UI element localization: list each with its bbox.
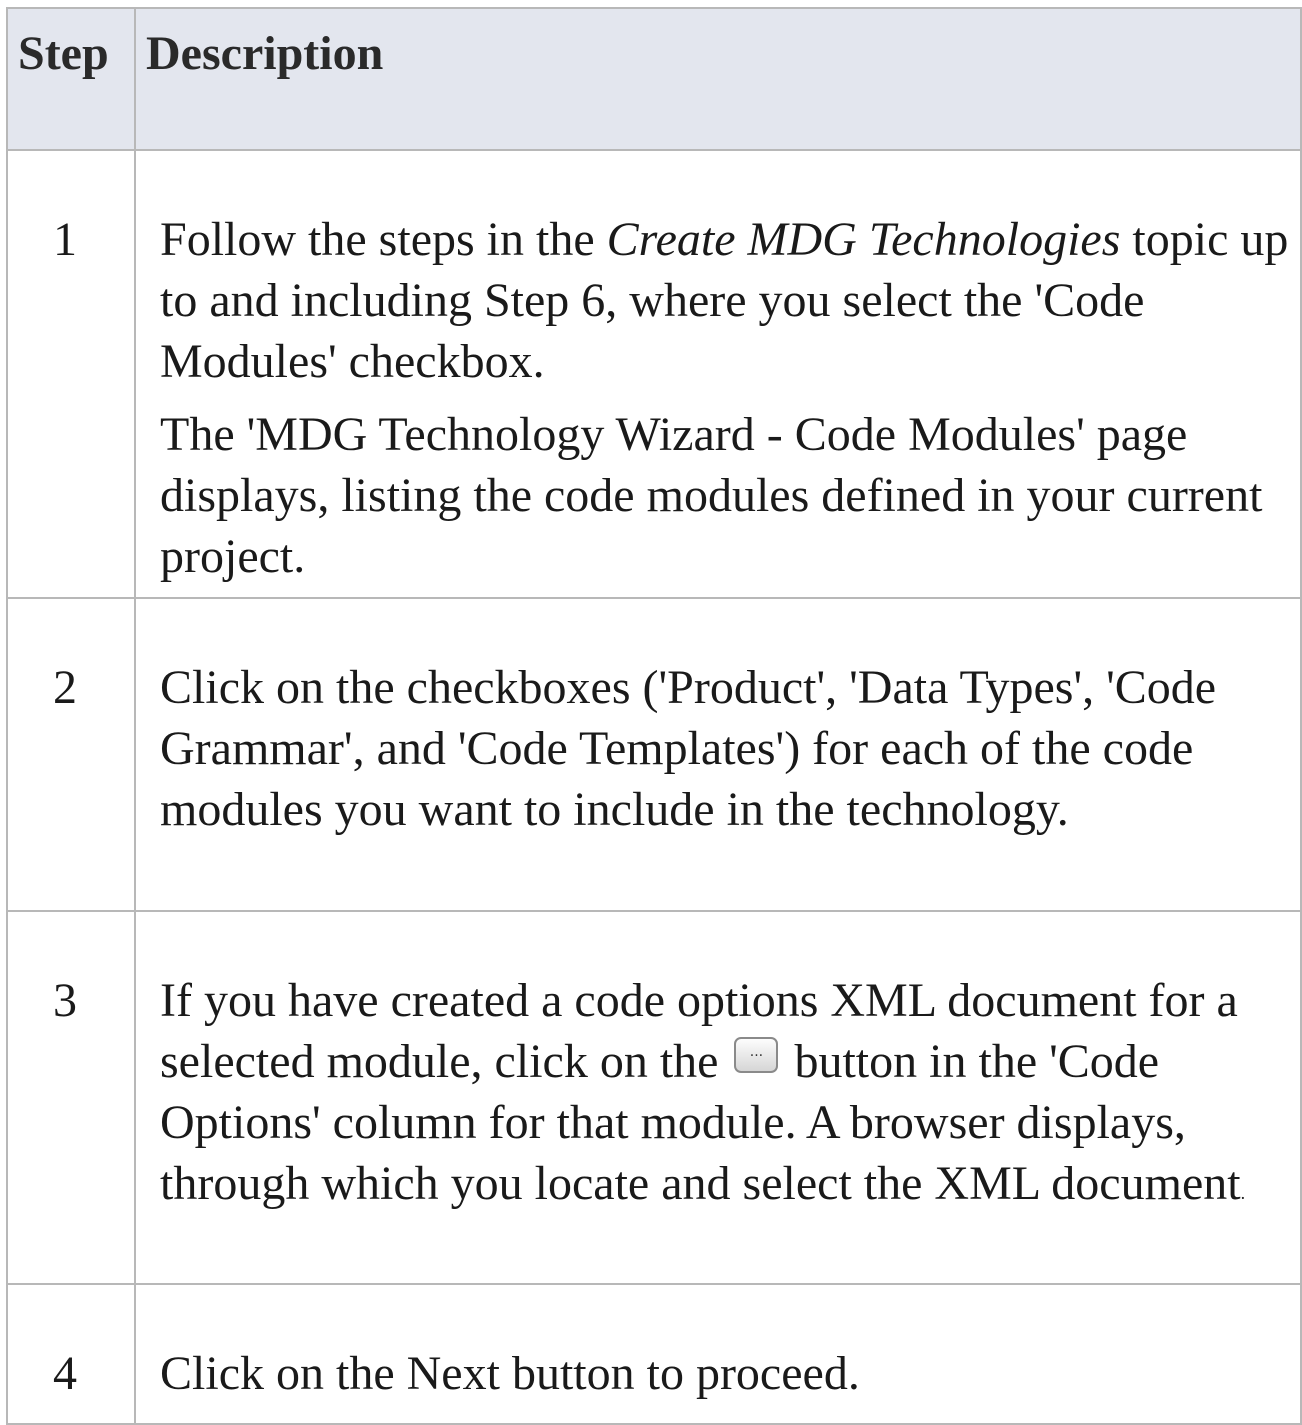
step-description: If you have created a code options XML d… [134,910,1302,1285]
step-text: Follow the steps in the [160,213,607,266]
step-description: Click on the checkboxes ('Product', 'Dat… [134,597,1302,912]
step-column-header: Step [6,7,136,151]
step-paragraph: Click on the checkboxes ('Product', 'Dat… [160,661,1217,836]
table-row: 3 If you have created a code options XML… [6,910,1302,1285]
step-description: Click on the Next button to proceed. [134,1283,1302,1425]
step-number: 2 [6,597,136,912]
step-text-period: . [1240,1183,1246,1203]
table-row: 4 Click on the Next button to proceed. [6,1283,1302,1425]
step-paragraph: The 'MDG Technology Wizard - Code Module… [160,408,1263,583]
steps-table: Step Description 1 Follow the steps in t… [6,7,1302,1425]
step-description: Follow the steps in the Create MDG Techn… [134,149,1302,599]
table-row: 1 Follow the steps in the Create MDG Tec… [6,149,1302,599]
step-number: 3 [6,910,136,1285]
step-number: 1 [6,149,136,599]
ellipsis-button-icon [734,1037,779,1073]
step-paragraph: Click on the Next button to proceed. [160,1347,860,1400]
step-paragraph: Follow the steps in the Create MDG Techn… [160,209,1290,392]
description-column-header: Description [134,7,1302,151]
step-number: 4 [6,1283,136,1425]
topic-reference: Create MDG Technologies [606,213,1121,266]
table-header-row: Step Description [6,7,1302,151]
step-paragraph: If you have created a code options XML d… [160,970,1290,1224]
table-row: 2 Click on the checkboxes ('Product', 'D… [6,597,1302,912]
